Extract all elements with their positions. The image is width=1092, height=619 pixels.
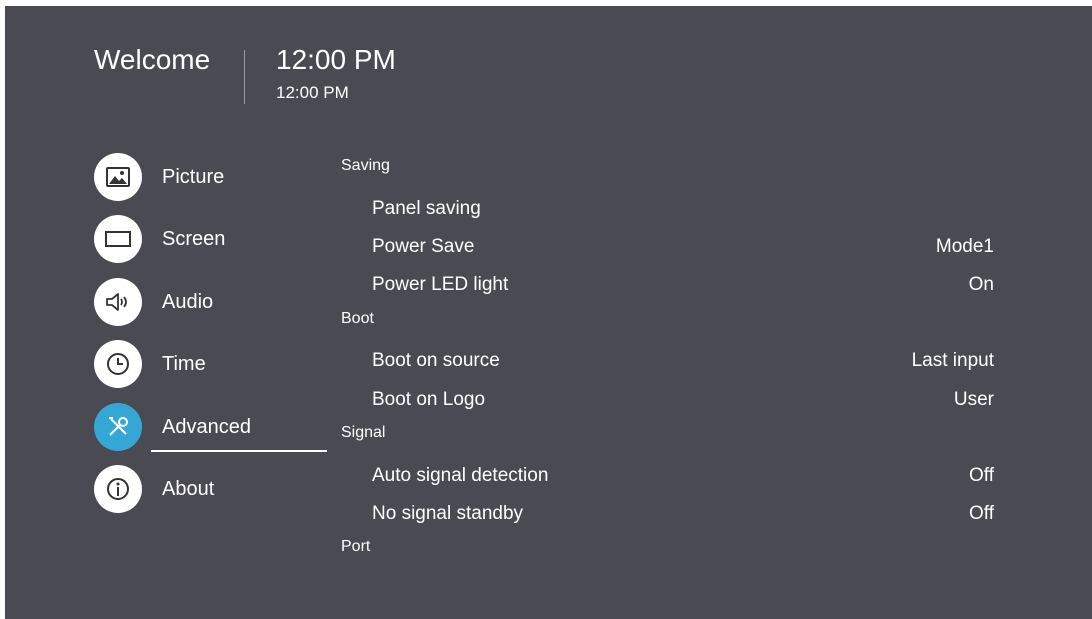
sidebar-item-label: Advanced xyxy=(162,415,251,438)
setting-value: Mode1 xyxy=(935,236,994,257)
setting-row-no-signal-standby[interactable]: No signal standby Off xyxy=(372,499,994,529)
setting-row-boot-on-source[interactable]: Boot on source Last input xyxy=(372,346,994,376)
setting-label: Panel saving xyxy=(372,198,481,219)
sidebar-item-label: Time xyxy=(162,352,206,375)
setting-row-power-save[interactable]: Power Save Mode1 xyxy=(372,232,994,262)
setting-label: Auto signal detection xyxy=(372,465,549,486)
clock-time-secondary: 12:00 PM xyxy=(276,83,349,102)
setting-label: Power LED light xyxy=(372,274,509,295)
setting-row-power-led-light[interactable]: Power LED light On xyxy=(372,270,994,300)
setting-row-boot-on-logo[interactable]: Boot on Logo User xyxy=(372,385,994,415)
sidebar-item-about[interactable]: About xyxy=(94,463,214,515)
setting-value: Off xyxy=(969,465,994,486)
sidebar-item-time[interactable]: Time xyxy=(94,338,206,390)
tools-icon xyxy=(94,403,142,451)
info-icon xyxy=(94,465,142,513)
settings-screen: Welcome 12:00 PM 12:00 PM Picture Screen xyxy=(5,6,1092,619)
sidebar-item-label: Picture xyxy=(162,165,225,188)
setting-row-auto-signal-detection[interactable]: Auto signal detection Off xyxy=(372,461,994,491)
section-header-saving: Saving xyxy=(341,157,390,174)
welcome-title: Welcome xyxy=(94,44,211,75)
picture-icon xyxy=(94,153,142,201)
active-item-underline xyxy=(151,450,327,452)
sidebar-item-audio[interactable]: Audio xyxy=(94,276,213,328)
clock-time: 12:00 PM xyxy=(276,44,396,75)
clock-icon xyxy=(94,340,142,388)
sidebar-item-label: About xyxy=(162,477,215,500)
setting-label: Boot on Logo xyxy=(372,389,486,410)
setting-label: No signal standby xyxy=(372,503,524,524)
audio-icon xyxy=(94,278,142,326)
sidebar-item-advanced[interactable]: Advanced xyxy=(94,401,251,453)
sidebar-item-picture[interactable]: Picture xyxy=(94,151,224,203)
screen-icon xyxy=(94,215,142,263)
header-divider xyxy=(244,50,245,104)
setting-label: Boot on source xyxy=(372,350,500,371)
setting-value: Off xyxy=(969,503,994,524)
setting-row-panel-saving[interactable]: Panel saving xyxy=(372,194,994,224)
section-header-boot: Boot xyxy=(341,310,374,327)
section-header-port: Port xyxy=(341,538,371,555)
sidebar-item-screen[interactable]: Screen xyxy=(94,213,225,265)
sidebar-item-label: Screen xyxy=(162,227,226,250)
setting-value: Last input xyxy=(911,350,994,371)
setting-label: Power Save xyxy=(372,236,475,257)
sidebar-item-label: Audio xyxy=(162,290,214,313)
setting-value: On xyxy=(968,274,994,295)
setting-value: User xyxy=(953,389,994,410)
section-header-signal: Signal xyxy=(341,424,386,441)
